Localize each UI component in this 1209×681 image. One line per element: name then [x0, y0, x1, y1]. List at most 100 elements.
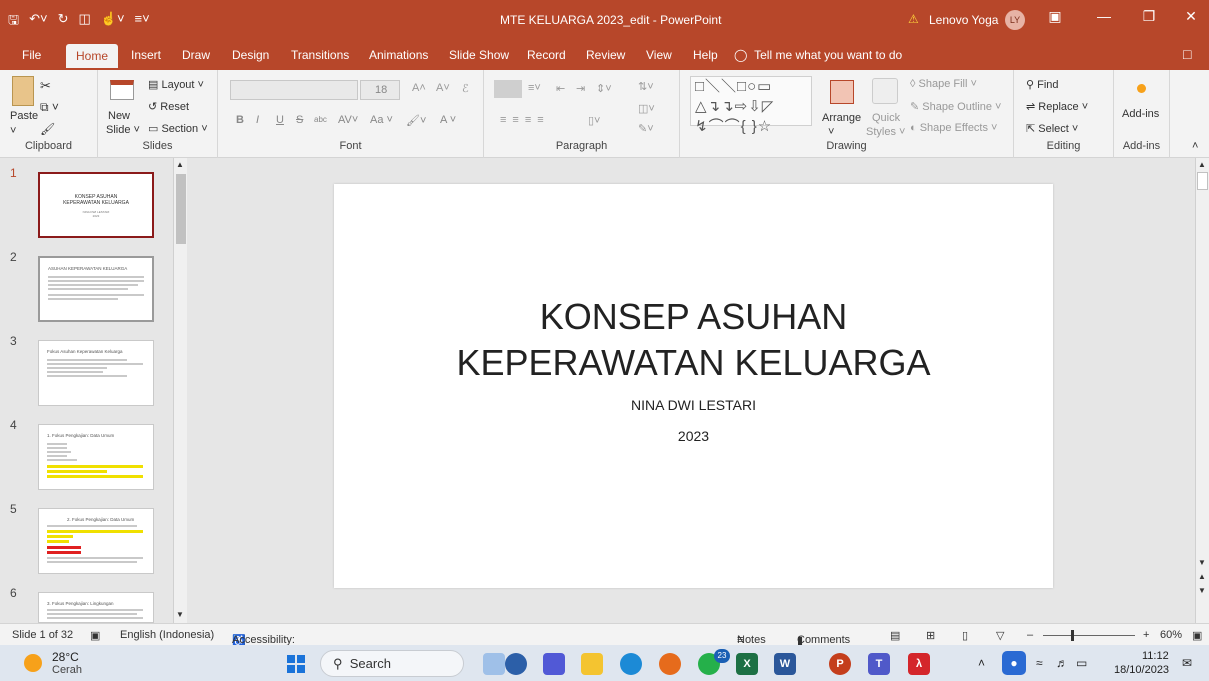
redo-icon[interactable]: ↻ [58, 11, 69, 33]
replace-button[interactable]: ⇌ Replace ˅ [1026, 100, 1088, 113]
new-slide-icon[interactable] [110, 80, 134, 100]
slide-thumbnail-3[interactable]: Fokus Asuhan Keperawatan Keluarga [38, 340, 154, 406]
new-slide-button[interactable]: New [108, 110, 130, 122]
smartart-icon[interactable]: ✎˅ [638, 122, 654, 135]
scroll-down-icon[interactable]: ▼ [176, 610, 184, 619]
select-button[interactable]: ⇱ Select ˅ [1026, 122, 1078, 135]
temperature[interactable]: 28°C [52, 650, 79, 664]
comments-icon[interactable]: □ [1183, 46, 1191, 62]
windows-start-icon[interactable] [287, 655, 305, 673]
tab-file[interactable]: File [22, 48, 41, 62]
slide-thumbnail-5[interactable]: 2. Fokus Pengkajian: Data Umum [38, 508, 154, 574]
shape-outline-button[interactable]: ✎ Shape Outline ˅ [910, 100, 1001, 113]
powerpoint-icon[interactable]: P [829, 653, 851, 675]
cut-icon[interactable]: ✂ [40, 78, 51, 94]
paste-dropdown-icon[interactable]: ˅ [10, 125, 16, 137]
collapse-ribbon-icon[interactable]: ˄ [1192, 140, 1198, 152]
reset-button[interactable]: ↺ Reset [148, 100, 189, 113]
tab-review[interactable]: Review [586, 48, 625, 62]
shape-fill-button[interactable]: ◊ Shape Fill ˅ [910, 78, 977, 90]
zoom-slider[interactable] [1043, 635, 1135, 636]
slide-thumbnail-4[interactable]: 1. Fokus Pengkajian: Data Umum [38, 424, 154, 490]
shadow-button[interactable]: abc [314, 115, 327, 124]
next-slide-icon[interactable]: ▼ [1198, 586, 1206, 595]
close-icon[interactable]: ✕ [1176, 8, 1206, 25]
shapes-gallery[interactable]: □＼＼□○▭ △↴↴⇨⇩◸ ↯⌒⌒{ }☆ [690, 76, 812, 135]
bullets-icon[interactable] [494, 80, 522, 98]
minimize-icon[interactable]: — [1089, 8, 1119, 24]
change-case-button[interactable]: Aa ˅ [370, 114, 393, 126]
char-spacing-icon[interactable]: AV˅ [338, 114, 358, 126]
quick-styles-icon[interactable] [872, 78, 898, 104]
editor-scrollbar[interactable]: ▲ ▼ ▲ ▼ [1195, 158, 1209, 623]
scroll-down-icon[interactable]: ▼ [1198, 558, 1206, 567]
clock-time[interactable]: 11:12 [1142, 650, 1169, 662]
microphone-icon[interactable]: ● [1002, 651, 1026, 675]
tab-view[interactable]: View [646, 48, 672, 62]
wifi-icon[interactable]: ≈ [1036, 656, 1043, 670]
section-button[interactable]: ▭ Section ˅ [148, 122, 208, 135]
avatar[interactable]: LY [1005, 10, 1025, 30]
arrange-button[interactable]: Arrange [822, 112, 861, 124]
user-name[interactable]: Lenovo Yoga [929, 13, 998, 27]
slide-title[interactable]: KONSEP ASUHAN KEPERAWATAN KELUARGA [334, 294, 1053, 386]
arrange-dropdown-icon[interactable]: ˅ [828, 126, 834, 138]
layout-button[interactable]: ▤ Layout ˅ [148, 78, 204, 91]
paste-button[interactable]: Paste [10, 110, 38, 122]
zoom-level[interactable]: 60% [1160, 629, 1182, 641]
format-painter-icon[interactable]: 🖌 [40, 122, 55, 136]
firefox-icon[interactable] [659, 653, 681, 675]
customize-qat-icon[interactable]: ≡˅ [135, 11, 150, 33]
thumbnail-scrollbar[interactable]: ▲ ▼ [173, 158, 187, 623]
tab-slide-show[interactable]: Slide Show [449, 48, 509, 62]
grow-font-icon[interactable]: A˄ [412, 82, 426, 94]
addins-icon[interactable] [1137, 84, 1146, 93]
italic-button[interactable]: I [256, 114, 259, 126]
font-size-box[interactable]: 18 [360, 80, 400, 100]
restore-icon[interactable]: ❐ [1134, 8, 1164, 25]
language-status[interactable]: English (Indonesia) [120, 629, 214, 641]
align-text-icon[interactable]: ◫˅ [638, 102, 655, 115]
align-icons[interactable]: ≡≡≡≡ [500, 114, 550, 126]
normal-view-icon[interactable]: ▤ [890, 629, 900, 642]
decrease-indent-icon[interactable]: ⇤ [556, 82, 565, 95]
numbering-icon[interactable]: ≡˅ [528, 82, 541, 94]
edge-icon[interactable] [620, 653, 642, 675]
scrollbar-thumb[interactable] [1197, 172, 1208, 190]
meet-icon[interactable] [543, 653, 565, 675]
columns-icon[interactable]: ▯˅ [588, 114, 600, 127]
widgets-icon[interactable] [483, 653, 505, 675]
undo-icon[interactable]: ↶˅ [29, 11, 47, 33]
slide-thumbnail-2[interactable]: ASUHAN KEPERAWATAN KELUARGA [38, 256, 154, 322]
slide-year[interactable]: 2023 [334, 428, 1053, 444]
taskbar-search[interactable]: ⚲ Search [320, 650, 464, 677]
new-slide-dropdown[interactable]: Slide ˅ [106, 124, 140, 136]
text-direction-icon[interactable]: ⇅˅ [638, 80, 654, 93]
previous-slide-icon[interactable]: ▲ [1198, 572, 1206, 581]
volume-icon[interactable]: ♬ [1056, 656, 1068, 670]
zoom-out-icon[interactable]: – [1027, 629, 1033, 641]
word-icon[interactable]: W [774, 653, 796, 675]
scroll-up-icon[interactable]: ▲ [1198, 160, 1206, 169]
weather-condition[interactable]: Cerah [52, 664, 82, 676]
touch-mode-icon[interactable]: ☝˅ [101, 11, 125, 33]
save-icon[interactable]: 🖫 [8, 11, 19, 33]
addins-button[interactable]: Add-ins [1122, 108, 1159, 120]
acrobat-icon[interactable]: λ [908, 653, 930, 675]
slideshow-view-icon[interactable]: ▽ [996, 629, 1004, 642]
present-icon[interactable]: ◫ [78, 11, 90, 33]
clear-formatting-icon[interactable]: ℰ [462, 82, 469, 95]
highlight-icon[interactable]: 🖌˅ [406, 114, 426, 127]
paste-icon[interactable] [12, 76, 34, 106]
scrollbar-thumb[interactable] [176, 174, 186, 244]
warning-icon[interactable]: ⚠ [908, 12, 919, 26]
reading-view-icon[interactable]: ▯ [962, 629, 968, 642]
tell-me-search[interactable]: ◯ Tell me what you want to do [734, 48, 902, 62]
file-explorer-icon[interactable] [581, 653, 603, 675]
ribbon-display-options-icon[interactable]: ▣ [1040, 8, 1070, 25]
spelling-icon[interactable]: ▣ [90, 629, 100, 642]
clock-date[interactable]: 18/10/2023 [1114, 664, 1169, 676]
tab-insert[interactable]: Insert [131, 48, 161, 62]
copy-icon[interactable]: ⧉ ˅ [40, 100, 59, 115]
find-button[interactable]: ⚲ Find [1026, 78, 1059, 91]
